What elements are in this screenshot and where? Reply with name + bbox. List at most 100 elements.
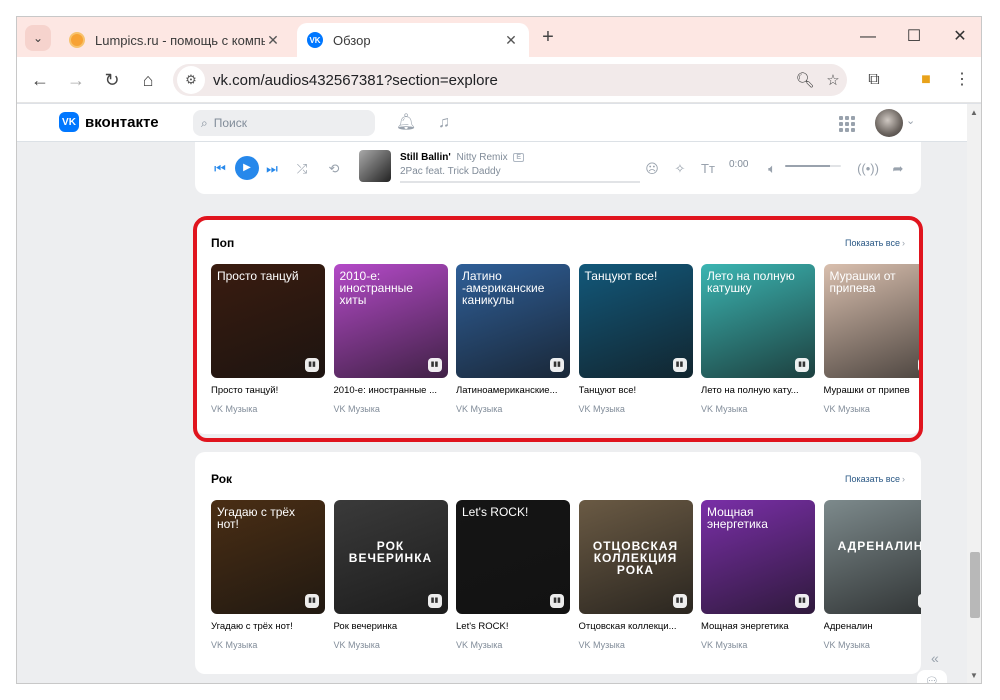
- search-input[interactable]: ⌕ Поиск: [193, 110, 375, 136]
- playlist-cover[interactable]: Let's ROCK! ▮▮: [456, 500, 570, 614]
- playlist-cover[interactable]: РОК ВЕЧЕРИНКА ▮▮: [333, 500, 448, 614]
- track-title: Still Ballin': [400, 152, 451, 163]
- close-icon[interactable]: ✕: [503, 32, 519, 49]
- playlist-cover[interactable]: Мощная энергетика ▮▮: [701, 500, 815, 614]
- next-icon[interactable]: ⏭: [261, 158, 283, 180]
- search-icon: ⌕: [201, 115, 208, 130]
- star-icon[interactable]: ☆: [819, 71, 847, 89]
- music-icon[interactable]: ♫: [433, 112, 455, 134]
- minimize-icon[interactable]: —: [855, 25, 881, 51]
- scroll-up-icon[interactable]: ▲: [970, 108, 978, 117]
- playlist-author[interactable]: VK Музыка: [701, 640, 815, 650]
- playlist-cover[interactable]: АДРЕНАЛИН ▮▮: [823, 500, 921, 614]
- arrow-right-icon[interactable]: →: [63, 67, 89, 93]
- playlist-name[interactable]: Адреналин: [824, 621, 922, 632]
- scroll-down-icon[interactable]: ▼: [970, 671, 978, 680]
- track-time: 0:00: [729, 159, 749, 170]
- playlist-author[interactable]: VK Музыка: [824, 640, 922, 650]
- avatar[interactable]: [875, 109, 903, 137]
- cover-caption: АДРЕНАЛИН: [837, 539, 921, 553]
- plus-icon[interactable]: +: [535, 25, 561, 51]
- lumpics-favicon-icon: [69, 32, 85, 48]
- site-info-icon[interactable]: ⚙: [177, 66, 205, 94]
- reload-icon[interactable]: ↻: [99, 67, 125, 93]
- dislike-icon[interactable]: ☹: [641, 158, 663, 180]
- vk-music-badge-icon: ▮▮: [550, 594, 564, 608]
- playlist-card[interactable]: Угадаю с трёх нот! ▮▮ Угадаю с трёх нот! VK…: [211, 500, 325, 650]
- track-info[interactable]: Still Ballin' Nitty Remix E 2Pac feat. T…: [400, 152, 525, 177]
- chat-icon[interactable]: 💬︎: [917, 670, 947, 683]
- explicit-badge: E: [513, 153, 525, 162]
- lyrics-icon[interactable]: Tт: [697, 158, 719, 180]
- maximize-icon[interactable]: ☐: [901, 25, 927, 51]
- show-all-label: Показать все: [845, 474, 900, 484]
- playlist-cover[interactable]: Угадаю с трёх нот! ▮▮: [211, 500, 325, 614]
- zoom-icon[interactable]: 🔍︎: [791, 71, 819, 89]
- playlist-author[interactable]: VK Музыка: [456, 640, 570, 650]
- playlist-card[interactable]: АДРЕНАЛИН ▮▮ Адреналин VK Музыка: [823, 500, 922, 650]
- track-remix: Nitty Remix: [456, 152, 508, 163]
- shuffle-icon[interactable]: ⤮: [291, 158, 313, 180]
- scrollbar-thumb[interactable]: [970, 552, 980, 618]
- apps-grid-icon[interactable]: [839, 116, 855, 132]
- cover-caption: РОК ВЕЧЕРИНКА: [348, 539, 433, 565]
- playlist-name[interactable]: Угадаю с трёх нот!: [211, 621, 325, 632]
- vk-music-badge-icon: ▮▮: [917, 594, 921, 608]
- collapse-icon[interactable]: «: [931, 650, 939, 666]
- tab-title: Lumpics.ru - помощь с компьк: [95, 32, 265, 48]
- search-placeholder: Поиск: [213, 116, 247, 130]
- volume-icon[interactable]: 🔈︎: [761, 158, 783, 180]
- address-url[interactable]: vk.com/audios432567381?section=explore: [213, 72, 791, 89]
- tab-strip: ⌄ Lumpics.ru - помощь с компьк ✕ VK Обзо…: [17, 17, 981, 57]
- previous-icon[interactable]: ⏮: [209, 158, 231, 180]
- arrow-left-icon[interactable]: ←: [27, 67, 53, 93]
- playlist-card[interactable]: Мощная энергетика ▮▮ Мощная энергетика VK М…: [701, 500, 815, 650]
- bell-icon[interactable]: 🔔︎: [395, 112, 417, 134]
- track-cover[interactable]: [359, 150, 391, 182]
- vk-music-badge-icon: ▮▮: [672, 594, 687, 608]
- playlist-name[interactable]: Рок вечеринка: [334, 621, 448, 632]
- vk-logo-icon: VK: [59, 112, 79, 132]
- vk-favicon-icon: VK: [307, 32, 323, 48]
- tab-overview[interactable]: VK Обзор ✕: [297, 23, 529, 57]
- puzzle-icon[interactable]: ⧉: [861, 68, 887, 94]
- broadcast-icon[interactable]: ((•)): [857, 158, 879, 180]
- close-icon[interactable]: ✕: [265, 32, 281, 49]
- playlist-name[interactable]: Мощная энергетика: [701, 621, 815, 632]
- page-scrollbar[interactable]: ▲ ▼: [967, 104, 981, 683]
- volume-slider[interactable]: [785, 165, 841, 167]
- sparkle-icon[interactable]: ✧: [669, 158, 691, 180]
- playlist-name[interactable]: Let's ROCK!: [456, 621, 570, 632]
- address-bar[interactable]: ⚙ vk.com/audios432567381?section=explore…: [173, 64, 847, 96]
- vk-logo[interactable]: VK вконтакте: [59, 112, 159, 132]
- playlist-author[interactable]: VK Музыка: [334, 640, 448, 650]
- playlist-card[interactable]: Let's ROCK! ▮▮ Let's ROCK! VK Музыка: [456, 500, 570, 650]
- vk-music-badge-icon: ▮▮: [427, 594, 442, 608]
- playlist-name[interactable]: Отцовская коллекци...: [579, 621, 693, 632]
- kebab-icon[interactable]: ⋮: [949, 68, 975, 94]
- share-icon[interactable]: ➦: [887, 158, 909, 180]
- playlist-card[interactable]: ОТЦОВСКАЯ КОЛЛЕКЦИЯ РОКА ▮▮ Отцовская колл…: [578, 500, 693, 650]
- playlist-author[interactable]: VK Музыка: [579, 640, 693, 650]
- home-icon[interactable]: ⌂: [135, 67, 161, 93]
- vk-header: VK вконтакте ⌕ Поиск 🔔︎ ♫ ⌄: [17, 104, 967, 142]
- audio-player: ⏮ ▶ ⏭ ⤮ ⟲ Still Ballin' Nitty Remix E 2P…: [195, 142, 921, 194]
- playlist-author[interactable]: VK Музыка: [211, 640, 325, 650]
- chevron-down-icon[interactable]: ⌄: [906, 114, 915, 127]
- cover-caption: Угадаю с трёх нот!: [217, 505, 296, 531]
- cover-caption: Мощная энергетика: [707, 505, 768, 531]
- play-button[interactable]: ▶: [235, 156, 259, 180]
- chevron-down-icon[interactable]: ⌄: [25, 25, 51, 51]
- playlist-card[interactable]: РОК ВЕЧЕРИНКА ▮▮ Рок вечеринка VK Музыка: [333, 500, 448, 650]
- repeat-icon[interactable]: ⟲: [323, 158, 345, 180]
- tab-title: Обзор: [333, 32, 371, 48]
- track-progress-bar[interactable]: [400, 181, 640, 183]
- cover-caption: ОТЦОВСКАЯ КОЛЛЕКЦИЯ РОКА: [592, 539, 679, 577]
- playlist-row: Угадаю с трёх нот! ▮▮ Угадаю с трёх нот! VK…: [211, 500, 921, 650]
- show-all-link[interactable]: Показать все ›: [845, 474, 905, 484]
- playlist-cover[interactable]: ОТЦОВСКАЯ КОЛЛЕКЦИЯ РОКА ▮▮: [578, 500, 693, 614]
- extension-icon[interactable]: ■: [913, 68, 939, 94]
- tab-lumpics[interactable]: Lumpics.ru - помощь с компьк ✕: [59, 23, 291, 57]
- window-close-icon[interactable]: ✕: [947, 25, 973, 51]
- section-rock: Рок Показать все › Угадаю с трёх нот! ▮▮ Уг…: [195, 452, 921, 674]
